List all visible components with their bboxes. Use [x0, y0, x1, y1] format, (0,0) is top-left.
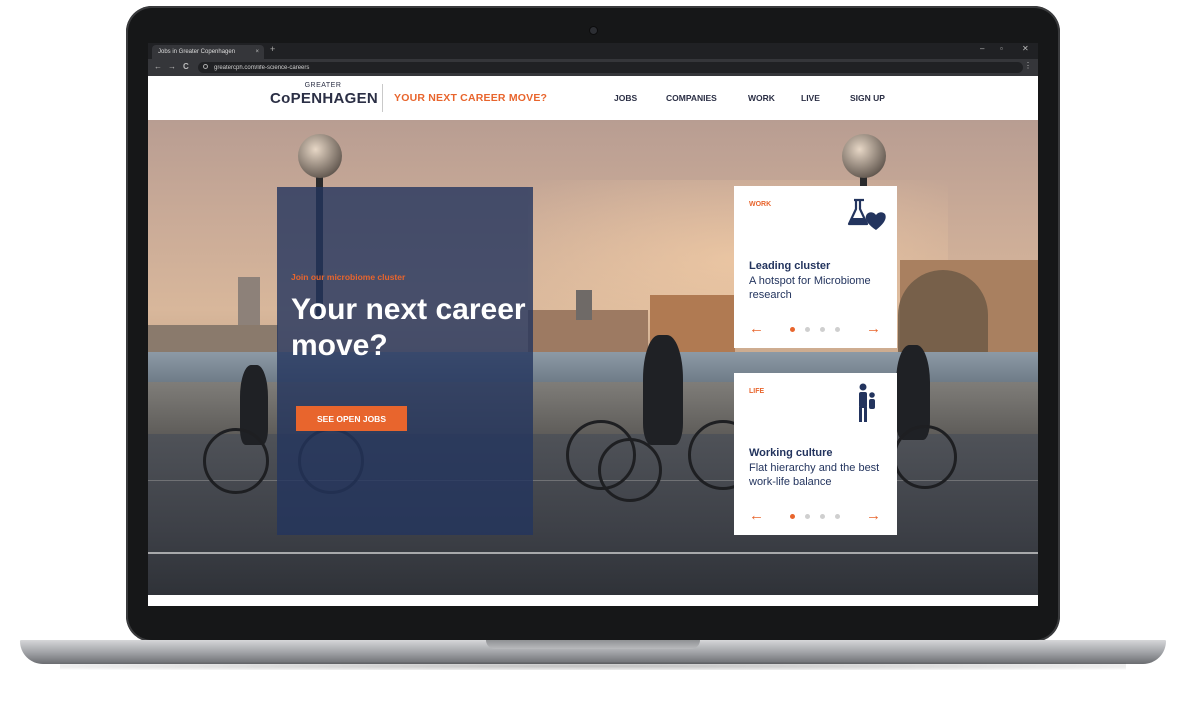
nav-jobs[interactable]: JOBS [614, 93, 637, 103]
card-category: LIFE [749, 388, 765, 395]
card-next-arrow-icon[interactable]: → [866, 321, 881, 336]
url-input[interactable] [198, 62, 1023, 73]
flask-heart-icon [847, 198, 886, 230]
card-category: WORK [749, 201, 772, 208]
laptop-hinge-notch [486, 640, 700, 649]
tab-title: Jobs in Greater Copenhagen [158, 49, 236, 55]
pagination-dot[interactable] [820, 327, 825, 332]
pagination-dot[interactable] [790, 514, 795, 519]
pagination-dot[interactable] [820, 514, 825, 519]
card-pagination [790, 514, 842, 520]
nav-sign-up[interactable]: SIGN UP [850, 93, 885, 103]
card-prev-arrow-icon[interactable]: ← [749, 508, 764, 523]
cyclist-2 [643, 335, 683, 445]
skyline-spire [576, 290, 592, 320]
card-prev-arrow-icon[interactable]: ← [749, 321, 764, 336]
logo-top-text: GREATER [304, 82, 342, 89]
browser-tab-bar: Jobs in Greater Copenhagen × + – ▫ ✕ [148, 43, 1038, 59]
card-next-arrow-icon[interactable]: → [866, 508, 881, 523]
browser-address-bar: ← → C ⋮ [148, 59, 1038, 76]
page-bottom-strip [148, 595, 1038, 606]
browser-menu-icon[interactable]: ⋮ [1024, 61, 1032, 70]
card-body: Flat hierarchy and the best work-life ba… [749, 462, 880, 488]
road-lane-line [148, 552, 1038, 554]
pagination-dot[interactable] [835, 327, 840, 332]
pagination-dot[interactable] [805, 514, 810, 519]
hero-panel: Join our microbiome cluster Your next ca… [277, 187, 533, 535]
hero-section: Join our microbiome cluster Your next ca… [148, 120, 1038, 595]
pagination-dot[interactable] [790, 327, 795, 332]
logo-divider [382, 84, 383, 112]
bicycle-wheel [893, 425, 957, 489]
nav-live[interactable]: LIVE [801, 93, 820, 103]
hero-kicker: Join our microbiome cluster [291, 272, 406, 282]
nav-companies[interactable]: COMPANIES [666, 93, 717, 103]
site-header: GREATER CoPENHAGEN YOUR NEXT CAREER MOVE… [148, 76, 1038, 120]
skyline-buildings-left [148, 325, 278, 355]
nav-work[interactable]: WORK [748, 93, 775, 103]
card-body: A hotspot for Microbiome research [749, 275, 871, 301]
card-title: Leading cluster [749, 260, 831, 272]
hero-title: Your next career move? [291, 293, 526, 362]
maximize-icon[interactable]: ▫ [1000, 44, 1003, 53]
card-title: Working culture [749, 447, 833, 459]
site-logo[interactable]: GREATER CoPENHAGEN [270, 82, 379, 107]
pagination-dot[interactable] [805, 327, 810, 332]
forward-icon[interactable]: → [168, 62, 176, 71]
tab-close-icon[interactable]: × [255, 45, 259, 59]
see-open-jobs-button[interactable]: SEE OPEN JOBS [296, 406, 407, 431]
parent-child-icon [859, 383, 875, 422]
lamp-globe-left [298, 134, 342, 178]
card-life[interactable]: LIFE Working culture Flat hierarchy and … [734, 373, 897, 535]
webcam [590, 27, 597, 34]
reload-icon[interactable]: C [183, 62, 189, 71]
header-tagline: YOUR NEXT CAREER MOVE? [394, 92, 548, 104]
bicycle-wheel [598, 438, 662, 502]
laptop-screen: Jobs in Greater Copenhagen × + – ▫ ✕ ← →… [148, 43, 1038, 606]
card-pagination [790, 327, 842, 333]
new-tab-icon[interactable]: + [270, 44, 275, 54]
browser-tab[interactable]: Jobs in Greater Copenhagen × [152, 45, 264, 59]
pagination-dot[interactable] [835, 514, 840, 519]
logo-main-text: CoPENHAGEN [270, 90, 379, 107]
laptop-shadow [60, 662, 1126, 670]
site-info-icon[interactable] [203, 64, 208, 69]
minimize-icon[interactable]: – [980, 44, 984, 53]
lamp-globe-right [842, 134, 886, 178]
window-close-icon[interactable]: ✕ [1022, 44, 1029, 53]
bicycle-wheel [203, 428, 269, 494]
back-icon[interactable]: ← [154, 62, 162, 71]
card-work[interactable]: WORK Leading cluster A hotspot for Micro… [734, 186, 897, 348]
